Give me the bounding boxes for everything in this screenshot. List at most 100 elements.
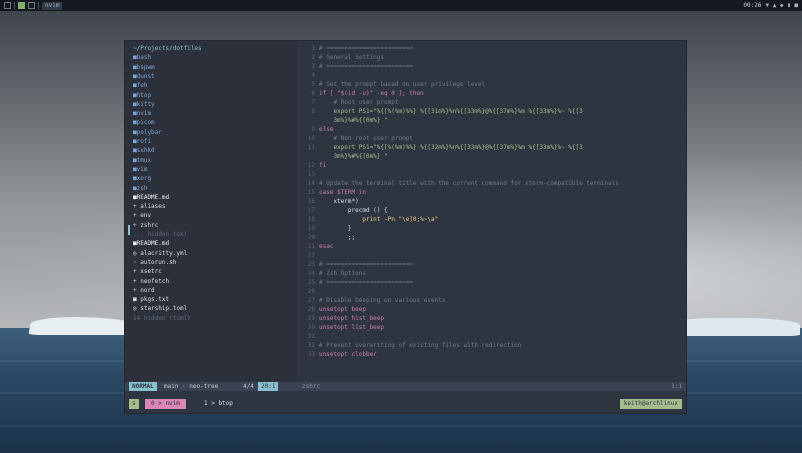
line-number: 25 (307, 279, 315, 286)
tree-item[interactable]: + neofetch (133, 278, 169, 286)
code-text: 3m%}%#%{[0m%} " (319, 153, 388, 160)
code-line[interactable]: 32 # Prevent overwriting of existing file… (297, 342, 522, 350)
tree-item[interactable]: + nord (133, 287, 155, 295)
tree-item[interactable]: ■README.md (133, 240, 169, 248)
line-number: 3 (311, 63, 315, 70)
code-line[interactable]: 1 # ======================== (297, 45, 413, 53)
code-line[interactable]: 11 export PS1="%{[%(%m)%%} %{[32m%}%n%{[… (297, 144, 583, 152)
code-line[interactable]: 14 # Update the terminal title with the c… (297, 180, 619, 188)
line-number: 23 (307, 261, 315, 268)
tree-item[interactable]: + aliases (133, 203, 166, 211)
tree-item[interactable]: ■bspwm (133, 64, 155, 72)
code-line[interactable]: 25 # ======================== (297, 279, 413, 287)
code-line[interactable]: 13 (297, 171, 319, 179)
code-line[interactable]: 19 } (297, 225, 352, 233)
line-number: 17 (307, 207, 315, 214)
code-line[interactable]: 6 if [ "$(id -u)" -eq 0 ]; then (297, 90, 423, 98)
tree-item[interactable]: ◦ autorun.sh (133, 259, 176, 267)
code-line[interactable]: 5 # Set the prompt based on user privileg… (297, 81, 485, 89)
line-number: 9 (311, 126, 315, 133)
code-line[interactable]: 28 unsetopt beep (297, 306, 366, 314)
line-number: 13 (307, 171, 315, 178)
divider (14, 2, 15, 9)
code-line[interactable]: 22 (297, 252, 319, 260)
line-number: 14 (307, 180, 315, 187)
tree-item[interactable]: ■htop (133, 92, 151, 100)
code-line[interactable]: 16 xterm*) (297, 198, 359, 206)
tree-item[interactable]: ◎ starship.toml (133, 305, 187, 313)
code-line[interactable]: 31 (297, 333, 319, 341)
code-text: unsetopt list_beep (319, 324, 385, 331)
code-line[interactable]: 3 # ======================== (297, 63, 413, 71)
code-line[interactable]: 23 # ======================== (297, 261, 413, 269)
code-line[interactable]: 17 precmd () { (297, 207, 388, 215)
line-number: 5 (311, 81, 315, 88)
code-line[interactable]: 7 # Root user prompt (297, 99, 398, 107)
line-number: 26 (307, 288, 315, 295)
line-number: 32 (307, 342, 315, 349)
tmux-window[interactable]: 1 > btop (204, 399, 233, 409)
tree-item[interactable]: ■zsh (133, 185, 147, 193)
tree-item[interactable]: ■tmux (133, 157, 151, 165)
tree-item[interactable]: ■vim (133, 166, 147, 174)
workspace-1[interactable] (4, 2, 11, 9)
code-line[interactable]: 27 # Disable beeping on various events (297, 297, 446, 305)
code-line[interactable]: 18 print -Pn "\e]0;%~\a" (297, 216, 438, 224)
tree-item[interactable]: ■kitty (133, 101, 155, 109)
tree-item[interactable]: ■ pkgs.txt (133, 296, 169, 304)
tree-item[interactable]: + zshrc (133, 222, 158, 230)
line-number: 1 (311, 45, 315, 52)
code-line[interactable]: 9 else (297, 126, 333, 134)
tree-item[interactable]: + env (133, 212, 151, 220)
code-line[interactable]: 12 fi (297, 162, 326, 170)
file-tree[interactable]: ~/Projects/dotfiles ■bash ■bspwm ■dunst … (125, 41, 297, 381)
code-line[interactable]: 8 export PS1="%{[%(%m)%%} %{[31m%}%n%{[3… (297, 108, 583, 116)
workspace-3[interactable] (28, 2, 35, 9)
code-line[interactable]: 10 # Non-root user prompt (297, 135, 413, 143)
code-line[interactable]: 24 # Zsh Options (297, 270, 366, 278)
tree-item[interactable]: ■bash (133, 54, 151, 62)
tmux-session[interactable]: s (129, 399, 139, 409)
code-line[interactable]: 3m%}%#%{[0m%} " (297, 153, 388, 161)
code-line[interactable]: 20 ;; (297, 234, 355, 242)
tree-item[interactable]: ■nvim (133, 110, 151, 118)
tree-root[interactable]: ~/Projects/dotfiles (133, 45, 202, 53)
code-line[interactable]: 3m%}%#%{[0m%} " (297, 117, 388, 125)
code-line[interactable]: 33 unsetopt clobber (297, 351, 377, 359)
workspace-2[interactable] (18, 2, 25, 9)
code-text: xterm*) (319, 198, 359, 205)
tree-item[interactable]: ■README.md (133, 194, 169, 202)
tree-item[interactable]: ◎ alacritty.yml (133, 250, 187, 258)
code-text: export PS1="%{[%(%m)%%} %{[31m%}%n%{[33m… (319, 108, 583, 115)
code-line[interactable]: 21 esac (297, 243, 334, 251)
code-line[interactable]: 4 (297, 72, 319, 80)
tree-item[interactable]: ■feh (133, 82, 147, 90)
code-line[interactable]: 2 # General Settings (297, 54, 384, 62)
tree-item[interactable]: 14 hidden (toml) (133, 315, 191, 323)
code-text: 3m%}%#%{[0m%} " (319, 117, 388, 124)
code-line[interactable]: 29 unsetopt hist_beep (297, 315, 384, 323)
code-line[interactable]: 26 (297, 288, 319, 296)
line-number: 6 (311, 90, 315, 97)
tree-item[interactable]: ■sxhkd (133, 147, 155, 155)
terminal-window[interactable]: ~/Projects/dotfiles ■bash ■bspwm ■dunst … (124, 40, 687, 414)
code-text: # ======================== (319, 63, 413, 70)
tmux-window-active[interactable]: 0 > nvim (145, 399, 186, 409)
line-number: 27 (307, 297, 315, 304)
current-file: zshrc (302, 383, 321, 390)
tray-icons[interactable]: ▼ ▲ ◆ ▮ ■ (765, 2, 798, 10)
code-text: # Prevent overwriting of existing files … (319, 342, 522, 349)
buffer-count: 4/4 (243, 383, 254, 390)
code-line[interactable]: 30 unsetopt list_beep (297, 324, 384, 332)
tree-item[interactable]: ■polybar (133, 129, 162, 137)
tree-item[interactable]: + xsetrc (133, 268, 162, 276)
line-number: 22 (307, 252, 315, 259)
code-text: # Set the prompt based on user privilege… (319, 81, 486, 88)
tree-item[interactable]: ■picom (133, 119, 155, 127)
code-line[interactable]: 15 case $TERM in (297, 189, 366, 197)
tree-item[interactable]: ■xorg (133, 175, 151, 183)
tree-item[interactable]: ... hidden (ok) (133, 231, 187, 239)
tree-item[interactable]: ■rofi (133, 138, 151, 146)
code-editor[interactable]: 1 # ======================== 2 # General Se… (297, 41, 686, 381)
tree-item[interactable]: ■dunst (133, 73, 155, 81)
